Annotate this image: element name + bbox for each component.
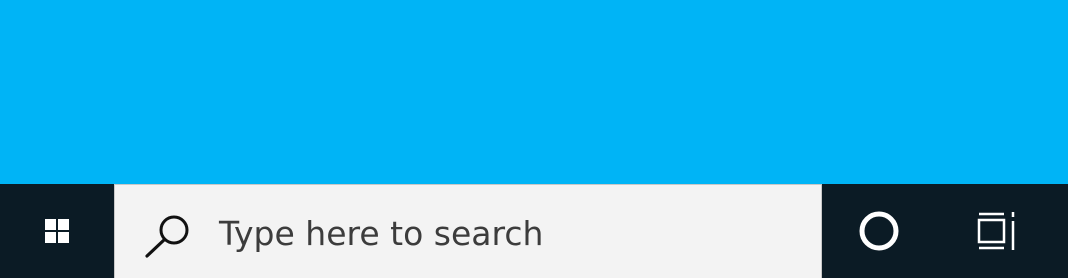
task-view-button[interactable] bbox=[960, 184, 1034, 278]
start-button[interactable] bbox=[0, 184, 114, 278]
search-icon bbox=[145, 215, 189, 258]
search-placeholder: Type here to search bbox=[219, 214, 544, 253]
search-box[interactable]: Type here to search bbox=[114, 184, 822, 278]
desktop-background bbox=[0, 0, 1068, 184]
cortana-circle-icon bbox=[859, 211, 899, 251]
windows-logo-icon bbox=[45, 219, 69, 243]
cortana-button[interactable] bbox=[842, 184, 916, 278]
task-view-icon bbox=[977, 212, 1015, 250]
taskbar: Type here to search bbox=[0, 184, 1068, 278]
